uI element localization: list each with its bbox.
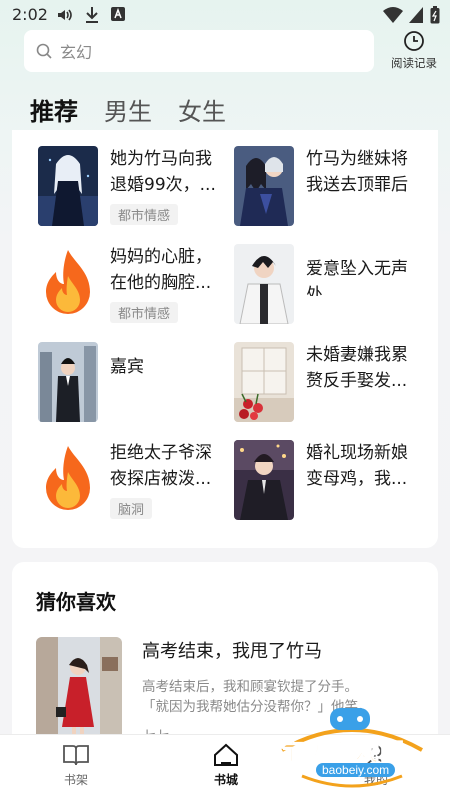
search-input[interactable]: 玄幻 bbox=[24, 30, 374, 72]
book-cover bbox=[38, 146, 98, 226]
book-item[interactable]: 嘉宾 bbox=[38, 342, 228, 422]
section-title: 猜你喜欢 bbox=[36, 590, 116, 614]
book-tag: 都市情感 bbox=[110, 302, 179, 323]
book-title: 竹马为继妹将我送去顶罪后 bbox=[306, 149, 408, 195]
book-title: 爱意坠入无声处 bbox=[306, 259, 408, 296]
status-bar: 2:02 bbox=[0, 0, 450, 30]
home-icon bbox=[214, 743, 238, 766]
book-item[interactable]: 竹马为继妹将我送去顶罪后 bbox=[234, 146, 424, 226]
book-title: 嘉宾 bbox=[110, 357, 144, 377]
battery-icon bbox=[430, 6, 440, 24]
book-cover-fire-icon bbox=[38, 244, 98, 324]
wifi-icon bbox=[383, 7, 403, 23]
watermark-logo: 宝贝游戏网 baobeiy.com bbox=[272, 690, 432, 790]
book-item[interactable]: 她为竹马向我退婚99次，... 都市情感 bbox=[38, 146, 228, 226]
reading-history-button[interactable]: 阅读记录 bbox=[384, 30, 444, 74]
book-title: 她为竹马向我退婚99次，... bbox=[110, 149, 216, 195]
tab-male[interactable]: 男生 bbox=[104, 92, 152, 127]
book-tag: 脑洞 bbox=[110, 498, 153, 519]
nav-bookstore[interactable]: 书城 bbox=[196, 743, 256, 788]
book-item[interactable]: 拒绝太子爷深夜探店被泼... 脑洞 bbox=[38, 440, 228, 520]
book-title: 未婚妻嫌我累赘反手娶发... bbox=[306, 345, 408, 391]
book-title: 妈妈的心脏，在他的胸腔... bbox=[110, 247, 212, 293]
book-open-icon bbox=[63, 745, 89, 766]
tab-female[interactable]: 女生 bbox=[178, 92, 226, 127]
search-placeholder: 玄幻 bbox=[60, 43, 93, 62]
search-icon bbox=[36, 43, 52, 59]
book-tag: 都市情感 bbox=[110, 204, 179, 225]
book-cover bbox=[38, 342, 98, 422]
book-item[interactable]: 妈妈的心脏，在他的胸腔... 都市情感 bbox=[38, 244, 228, 324]
reading-history-label: 阅读记录 bbox=[391, 56, 437, 70]
watermark-text: 宝贝游戏网 bbox=[280, 738, 405, 767]
status-time: 2:02 bbox=[12, 5, 48, 24]
app-a-icon bbox=[111, 7, 125, 21]
book-cover-fire-icon bbox=[38, 440, 98, 520]
book-cover bbox=[234, 440, 294, 520]
book-title: 婚礼现场新娘变母鸡，我... bbox=[306, 443, 408, 489]
volume-icon bbox=[58, 9, 72, 21]
book-item[interactable]: 婚礼现场新娘变母鸡，我... bbox=[234, 440, 424, 520]
book-cover bbox=[234, 342, 294, 422]
clock-icon bbox=[404, 31, 424, 51]
book-item[interactable]: 未婚妻嫌我累赘反手娶发... bbox=[234, 342, 424, 422]
nav-label: 书架 bbox=[63, 773, 88, 787]
watermark-url: baobeiy.com bbox=[316, 763, 396, 777]
book-title: 拒绝太子爷深夜探店被泼... bbox=[110, 443, 212, 489]
signal-icon bbox=[409, 7, 423, 23]
book-item[interactable]: 爱意坠入无声处 bbox=[234, 244, 424, 324]
nav-label: 书城 bbox=[213, 773, 238, 787]
download-icon bbox=[86, 7, 98, 23]
book-cover bbox=[234, 244, 294, 324]
book-grid-card: 她为竹马向我退婚99次，... 都市情感 竹马为继妹将我送去顶罪后 妈妈的心脏， bbox=[12, 130, 438, 548]
book-title: 高考结束，我甩了竹马 bbox=[142, 641, 322, 662]
nav-bookshelf[interactable]: 书架 bbox=[46, 743, 106, 788]
tab-recommend[interactable]: 推荐 bbox=[30, 92, 78, 127]
category-tabs: 推荐 男生 女生 bbox=[30, 92, 252, 126]
book-cover bbox=[234, 146, 294, 226]
